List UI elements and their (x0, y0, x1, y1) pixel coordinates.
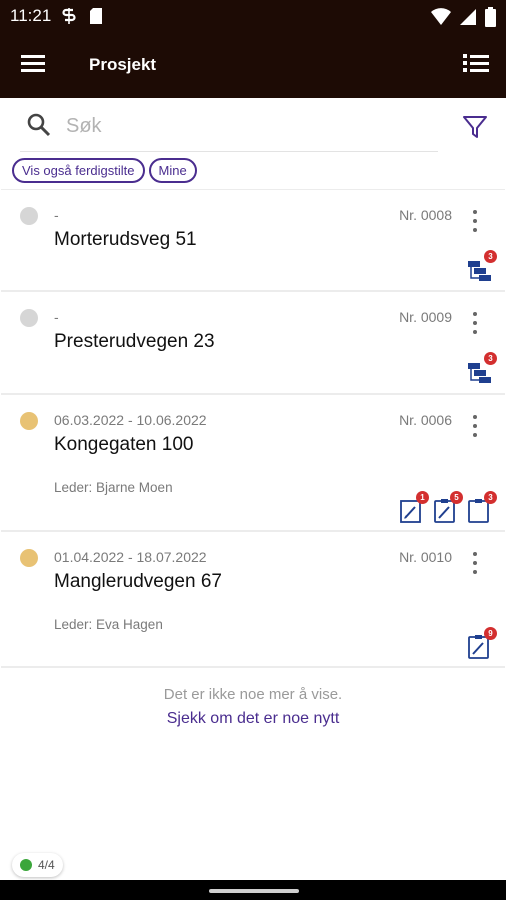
project-icons: 9 (467, 627, 497, 660)
page-title: Prosjekt (89, 55, 157, 74)
sync-count: 4/4 (38, 858, 55, 872)
notification-badge: 3 (484, 352, 497, 365)
project-card[interactable]: - Nr. 0008 Morterudsveg 51 3 (1, 189, 505, 292)
notification-badge: 3 (484, 491, 497, 504)
project-name: Manglerudvegen 67 (54, 571, 222, 592)
project-dates: - (54, 309, 59, 325)
menu-button[interactable] (20, 52, 50, 80)
status-dot (20, 309, 38, 327)
chip-mine[interactable]: Mine (148, 158, 197, 183)
project-card[interactable]: 06.03.2022 - 10.06.2022 Nr. 0006 Kongega… (1, 395, 505, 532)
project-name: Kongegaten 100 (54, 434, 194, 455)
notification-badge: 1 (416, 491, 429, 504)
project-card[interactable]: - Nr. 0009 Presterudvegen 23 3 (1, 292, 505, 395)
project-leader: Leder: Bjarne Moen (54, 480, 173, 495)
project-name: Morterudsveg 51 (54, 229, 197, 250)
edit-clipboard-icon[interactable]: 5 (433, 491, 463, 524)
project-dates: - (54, 207, 59, 223)
search-input[interactable] (66, 110, 426, 142)
edit-clipboard-icon[interactable]: 9 (467, 627, 497, 660)
signal-icon (460, 9, 476, 25)
project-card[interactable]: 01.04.2022 - 18.07.2022 Nr. 0010 Mangler… (1, 532, 505, 668)
filter-chips: Vis også ferdigstilte Mine (12, 158, 197, 183)
project-leader: Leder: Eva Hagen (54, 617, 163, 632)
search-icon (26, 112, 52, 143)
battery-icon (485, 7, 496, 27)
notification-badge: 3 (484, 250, 497, 263)
more-options-button[interactable] (467, 550, 483, 576)
status-dot (20, 549, 38, 567)
status-dot (20, 207, 38, 225)
project-number: Nr. 0006 (399, 412, 452, 428)
sd-card-icon (89, 7, 103, 30)
status-time: 11:21 (10, 6, 52, 25)
end-of-list-text: Det er ikke noe mer å vise. (163, 686, 343, 703)
search-underline (20, 151, 438, 152)
check-for-new-link[interactable]: Sjekk om det er noe nytt (0, 710, 506, 728)
project-number: Nr. 0009 (399, 309, 452, 325)
project-number: Nr. 0008 (399, 207, 452, 223)
gantt-icon[interactable]: 3 (467, 352, 497, 385)
status-dot (20, 412, 38, 430)
project-icons: 3 (467, 250, 497, 283)
list-view-button[interactable] (462, 52, 492, 80)
notification-badge: 5 (450, 491, 463, 504)
system-nav-bar (0, 880, 506, 900)
chip-show-completed[interactable]: Vis også ferdigstilte (12, 158, 145, 183)
project-number: Nr. 0010 (399, 549, 452, 565)
wifi-icon (431, 8, 451, 25)
project-dates: 06.03.2022 - 10.06.2022 (54, 412, 207, 428)
app-bar: Prosjekt (0, 34, 506, 98)
filter-icon (463, 116, 487, 138)
sync-ok-dot (20, 859, 32, 871)
search-bar (0, 98, 506, 156)
gantt-icon[interactable]: 3 (467, 250, 497, 283)
status-right (431, 7, 496, 27)
more-options-button[interactable] (467, 310, 483, 336)
clipboard-icon[interactable]: 3 (467, 491, 497, 524)
notification-badge: 9 (484, 627, 497, 640)
project-icons: 1 5 3 (399, 491, 497, 524)
hamburger-icon (21, 55, 45, 72)
project-icons: 3 (467, 352, 497, 385)
status-bar: 11:21 (0, 0, 506, 34)
list-icon (463, 54, 489, 72)
home-gesture-handle[interactable] (209, 889, 299, 893)
more-options-button[interactable] (467, 208, 483, 234)
edit-doc-icon[interactable]: 1 (399, 491, 429, 524)
sync-status[interactable]: 4/4 (12, 853, 63, 877)
sync-app-icon (62, 7, 76, 30)
project-list: - Nr. 0008 Morterudsveg 51 3 - Nr. 0009 … (0, 189, 506, 668)
filter-button[interactable] (462, 114, 488, 145)
more-options-button[interactable] (467, 413, 483, 439)
project-name: Presterudvegen 23 (54, 331, 215, 352)
project-dates: 01.04.2022 - 18.07.2022 (54, 549, 207, 565)
